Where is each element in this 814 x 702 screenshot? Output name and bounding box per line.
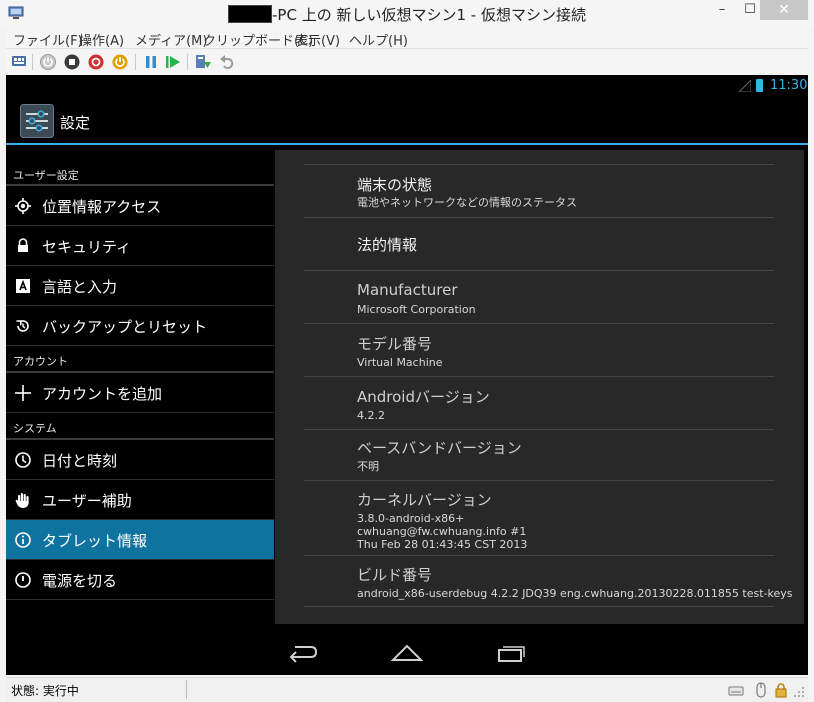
window-status-bar: 状態: 実行中 — [6, 677, 808, 702]
menu-media[interactable]: メディア(M) — [135, 30, 207, 49]
about-row-baseband: ベースバンドバージョン 不明 — [304, 429, 774, 480]
about-row-title: モデル番号 — [357, 335, 433, 353]
about-row-model: モデル番号 Virtual Machine — [304, 323, 774, 376]
status-clock: 11:30 — [770, 78, 808, 93]
power-icon — [15, 572, 31, 588]
keyboard-tray-icon — [728, 686, 744, 696]
nav-item-label: アカウントを追加 — [42, 385, 163, 403]
nav-item-location[interactable]: 位置情報アクセス — [6, 186, 274, 226]
redacted-hostname — [228, 5, 273, 23]
recent-apps-icon[interactable] — [496, 641, 526, 663]
menu-help[interactable]: ヘルプ(H) — [349, 30, 408, 49]
settings-app-icon[interactable] — [20, 104, 54, 138]
revert-icon[interactable] — [218, 53, 236, 71]
toolbar-separator — [187, 54, 188, 70]
toolbar-separator — [32, 54, 33, 70]
section-header-system: システム — [13, 422, 57, 435]
nav-item-label: 電源を切る — [42, 572, 118, 590]
nav-item-security[interactable]: セキュリティ — [6, 226, 274, 266]
start-icon[interactable] — [39, 53, 57, 71]
nav-item-language-input[interactable]: 言語と入力 — [6, 266, 274, 306]
clock-icon — [15, 452, 31, 468]
toolbar-separator — [135, 54, 136, 70]
pause-icon[interactable] — [142, 53, 160, 71]
backup-icon — [16, 320, 29, 332]
window-title: -PC 上の 新しい仮想マシン1 - 仮想マシン接続 — [0, 4, 814, 25]
settings-nav-pane: ユーザー設定 位置情報アクセス セキュリティ 言語と入力 バックアップとリセット… — [6, 147, 274, 627]
vm-state-label: 状態: 実行中 — [11, 684, 79, 698]
status-separator — [186, 680, 187, 699]
window-title-bar[interactable]: -PC 上の 新しい仮想マシン1 - 仮想マシン接続 – ☐ ✕ — [0, 0, 814, 28]
section-header-account: アカウント — [13, 355, 68, 368]
about-row-subtitle: Thu Feb 28 01:43:45 CST 2013 — [357, 538, 528, 551]
toolbar — [6, 48, 808, 74]
about-row-title: 法的情報 — [357, 236, 418, 254]
menu-action[interactable]: 操作(A) — [79, 30, 124, 49]
home-icon[interactable] — [390, 641, 424, 663]
nav-item-power-off[interactable]: 電源を切る — [6, 560, 274, 600]
resize-grip-icon[interactable] — [793, 682, 805, 698]
about-row-subtitle: android_x86-userdebug 4.2.2 JDQ39 eng.cw… — [357, 587, 793, 600]
menu-file[interactable]: ファイル(F) — [13, 30, 83, 49]
nav-item-label: 言語と入力 — [42, 278, 118, 296]
section-header-user: ユーザー設定 — [13, 169, 79, 182]
nav-item-label: 位置情報アクセス — [42, 198, 162, 216]
about-row-title: Androidバージョン — [357, 388, 490, 406]
about-row-subtitle: 電池やネットワークなどの情報のステータス — [357, 196, 577, 209]
about-row-android-version[interactable]: Androidバージョン 4.2.2 — [304, 376, 774, 429]
hand-icon — [15, 493, 29, 508]
nav-item-label: セキュリティ — [42, 238, 132, 256]
plus-icon — [15, 385, 31, 401]
about-row-subtitle: cwhuang@fw.cwhuang.info #1 — [357, 525, 527, 538]
about-tablet-pane: 端末の状態 電池やネットワークなどの情報のステータス 法的情報 Manufact… — [275, 150, 804, 624]
nav-item-label: バックアップとリセット — [42, 318, 208, 336]
lock-icon — [18, 238, 28, 252]
info-icon — [15, 532, 31, 548]
battery-icon — [756, 79, 763, 92]
about-row-title: 端末の状態 — [357, 176, 433, 194]
keyboard-icon — [16, 279, 30, 293]
about-row-status[interactable]: 端末の状態 電池やネットワークなどの情報のステータス — [304, 164, 774, 217]
menu-view[interactable]: 表示(V) — [295, 30, 340, 49]
signal-icon — [739, 80, 751, 92]
nav-item-tablet-info[interactable]: タブレット情報 — [6, 520, 274, 560]
about-row-subtitle: 4.2.2 — [357, 409, 385, 422]
nav-item-label: タブレット情報 — [42, 532, 148, 550]
actionbar-title: 設定 — [60, 114, 91, 132]
close-button[interactable]: ✕ — [760, 0, 808, 20]
nav-item-label: ユーザー補助 — [42, 492, 132, 510]
back-icon[interactable] — [287, 641, 319, 663]
nav-item-backup-reset[interactable]: バックアップとリセット — [6, 306, 274, 346]
location-icon — [15, 198, 31, 214]
minimize-button[interactable]: – — [708, 0, 736, 20]
about-row-title: カーネルバージョン — [357, 491, 492, 509]
about-row-legal[interactable]: 法的情報 — [304, 217, 774, 270]
nav-item-label: 日付と時刻 — [42, 452, 118, 470]
about-row-manufacturer: Manufacturer Microsoft Corporation — [304, 270, 774, 323]
power-icon[interactable] — [111, 53, 129, 71]
action-bar: 設定 — [6, 97, 808, 145]
about-row-subtitle: 3.8.0-android-x86+ — [357, 512, 465, 525]
about-row-kernel: カーネルバージョン 3.8.0-android-x86+ cwhuang@fw.… — [304, 480, 774, 555]
about-row-build-number[interactable]: ビルド番号 android_x86-userdebug 4.2.2 JDQ39 … — [304, 555, 793, 607]
nav-item-add-account[interactable]: アカウントを追加 — [6, 373, 274, 413]
about-row-subtitle: Virtual Machine — [357, 356, 443, 369]
checkpoint-icon[interactable] — [194, 53, 212, 71]
android-screen[interactable]: 11:30 設定 ユーザー設定 位置情報アクセス セキュリティ 言語と入力 バッ… — [6, 75, 808, 675]
ctrl-alt-del-icon[interactable] — [10, 53, 28, 71]
about-row-title: ビルド番号 — [357, 566, 433, 584]
about-row-subtitle: Microsoft Corporation — [357, 303, 476, 316]
about-row-subtitle: 不明 — [357, 460, 379, 473]
about-row-title: ベースバンドバージョン — [357, 439, 522, 457]
menu-bar: ファイル(F) 操作(A) メディア(M) クリップボード(C) 表示(V) ヘ… — [6, 28, 808, 49]
lock-tray-icon — [775, 683, 787, 698]
resume-icon[interactable] — [164, 53, 182, 71]
nav-item-accessibility[interactable]: ユーザー補助 — [6, 480, 274, 520]
mouse-tray-icon — [756, 682, 766, 698]
nav-item-date-time[interactable]: 日付と時刻 — [6, 440, 274, 480]
turn-off-icon[interactable] — [63, 53, 81, 71]
android-status-bar: 11:30 — [6, 75, 808, 97]
about-row-title: Manufacturer — [357, 281, 458, 299]
shut-down-icon[interactable] — [87, 53, 105, 71]
